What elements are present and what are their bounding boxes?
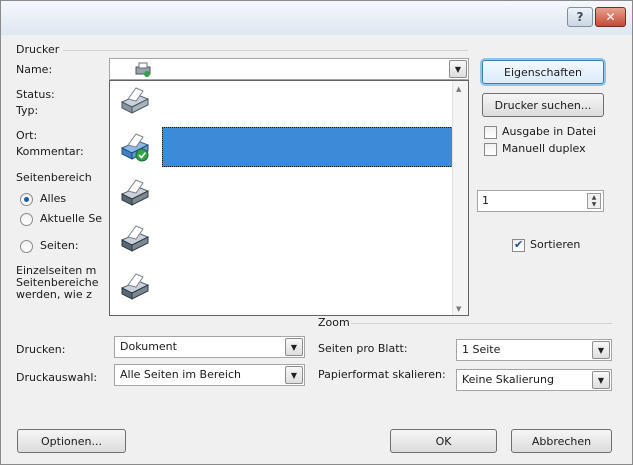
copies-value: 1	[482, 194, 489, 207]
print-what-value: Dokument	[120, 340, 177, 353]
title-bar: ? ✕	[1, 1, 632, 35]
range-current-radio[interactable]	[20, 213, 33, 226]
ok-button[interactable]: OK	[390, 429, 497, 453]
print-what-select[interactable]: Dokument ▼	[114, 336, 305, 358]
chevron-down-icon[interactable]: ▼	[285, 338, 303, 356]
list-item[interactable]	[110, 81, 453, 121]
location-label: Ort:	[16, 129, 38, 142]
chevron-down-icon[interactable]: ▼	[285, 366, 303, 384]
range-current-label: Aktuelle Se	[40, 212, 103, 225]
printer-icon	[120, 87, 150, 114]
printer-group-line	[63, 50, 468, 51]
chevron-down-icon[interactable]: ▼	[592, 371, 610, 389]
find-printer-button[interactable]: Drucker suchen...	[482, 93, 604, 117]
printer-icon	[120, 225, 150, 252]
close-button[interactable]: ✕	[595, 7, 626, 27]
comment-label: Kommentar:	[16, 145, 84, 158]
printer-small-icon	[135, 62, 151, 77]
print-what-label: Drucken:	[16, 343, 66, 356]
spinner-arrows-icon[interactable]: ▲ ▼	[587, 193, 601, 209]
scroll-up-icon[interactable]: ▲	[456, 85, 461, 93]
printer-dropdown-list[interactable]: ▲ ▼	[109, 80, 469, 316]
scale-select[interactable]: Keine Skalierung ▼	[456, 369, 612, 391]
zoom-group-line	[351, 323, 612, 324]
printer-icon	[120, 179, 150, 206]
scroll-down-icon[interactable]: ▼	[456, 305, 461, 313]
print-selection-value: Alle Seiten im Bereich	[120, 368, 241, 381]
cancel-button[interactable]: Abbrechen	[511, 429, 612, 453]
list-item[interactable]	[110, 267, 453, 307]
collate-label: Sortieren	[530, 238, 581, 251]
pages-per-sheet-label: Seiten pro Blatt:	[318, 342, 408, 355]
chevron-down-icon[interactable]: ▼	[592, 341, 610, 359]
manual-duplex-checkbox[interactable]	[484, 143, 497, 156]
print-dialog: ? ✕ Drucker Name: ▼ Status: Typ: Ort: Ko…	[0, 0, 633, 465]
list-item[interactable]	[110, 173, 453, 213]
properties-button[interactable]: Eigenschaften	[482, 60, 604, 84]
page-range-group-title: Seitenbereich	[16, 171, 92, 184]
range-all-radio[interactable]	[20, 193, 33, 206]
chevron-down-icon[interactable]: ▼	[449, 60, 467, 78]
options-button[interactable]: Optionen...	[17, 429, 126, 453]
selection-highlight	[162, 127, 453, 167]
range-hint-line-3: werden, wie z	[16, 288, 92, 301]
scale-value: Keine Skalierung	[462, 373, 554, 386]
help-button[interactable]: ?	[567, 7, 593, 27]
printer-icon	[120, 273, 150, 300]
range-pages-radio[interactable]	[20, 240, 33, 253]
range-pages-label: Seiten:	[40, 239, 79, 252]
printer-name-combo[interactable]: ▼	[109, 58, 469, 80]
manual-duplex-label: Manuell duplex	[502, 142, 586, 155]
list-item-selected[interactable]	[110, 127, 453, 167]
copies-spinner[interactable]: 1 ▲ ▼	[477, 190, 604, 212]
print-to-file-checkbox[interactable]	[484, 126, 497, 139]
name-label: Name:	[16, 63, 53, 76]
type-label: Typ:	[16, 104, 39, 117]
print-selection-select[interactable]: Alle Seiten im Bereich ▼	[114, 364, 305, 386]
scale-label: Papierformat skalieren:	[318, 368, 446, 381]
pages-per-sheet-value: 1 Seite	[462, 343, 501, 356]
print-selection-label: Druckauswahl:	[16, 371, 98, 384]
list-scrollbar[interactable]: ▲ ▼	[452, 81, 468, 315]
zoom-group-title: Zoom	[318, 316, 350, 329]
pages-per-sheet-select[interactable]: 1 Seite ▼	[456, 339, 612, 361]
printer-group-title: Drucker	[16, 43, 60, 56]
printer-default-icon	[120, 133, 150, 162]
status-label: Status:	[16, 88, 55, 101]
print-to-file-label: Ausgabe in Datei	[502, 125, 597, 138]
collate-checkbox[interactable]	[512, 238, 525, 252]
range-all-label: Alles	[40, 192, 67, 205]
list-item[interactable]	[110, 219, 453, 259]
